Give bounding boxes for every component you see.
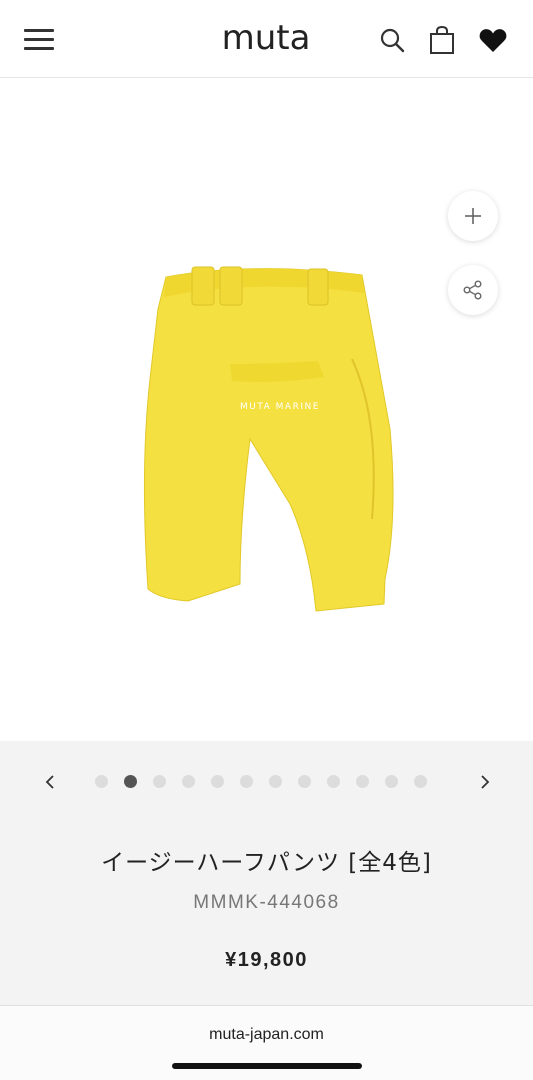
product-image-viewer[interactable]: MUTA MARINE [0,79,533,741]
carousel-dot[interactable] [124,775,137,788]
url-text[interactable]: muta-japan.com [0,1026,533,1044]
carousel-dot[interactable] [211,775,224,788]
menu-icon[interactable] [24,26,56,52]
carousel-dot[interactable] [327,775,340,788]
product-code: MMMK-444068 [193,892,340,913]
plus-icon [465,208,481,224]
share-button[interactable] [448,265,498,315]
carousel-dot[interactable] [153,775,166,788]
menu-line [24,47,54,50]
heart-icon[interactable] [477,24,509,56]
carousel-dot[interactable] [182,775,195,788]
site-logo[interactable]: muta [208,18,324,58]
menu-line [24,38,54,41]
carousel-dots [95,775,427,789]
carousel-dot[interactable] [240,775,253,788]
browser-url-bar[interactable]: muta-japan.com [0,1005,533,1080]
image-carousel-nav [0,765,533,799]
carousel-dot[interactable] [298,775,311,788]
zoom-button[interactable] [448,191,498,241]
home-indicator[interactable] [172,1063,362,1069]
site-header: muta [0,0,533,78]
menu-line [24,29,54,32]
carousel-dot[interactable] [385,775,398,788]
chevron-right-icon[interactable] [473,771,495,793]
carousel-dot[interactable] [95,775,108,788]
product-name: イージーハーフパンツ [全4色] [101,850,432,876]
bag-icon[interactable] [426,24,458,56]
product-image: MUTA MARINE [143,266,394,612]
print-text: MUTA MARINE [240,402,320,412]
chevron-left-icon[interactable] [40,771,62,793]
carousel-dot[interactable] [269,775,282,788]
carousel-dot[interactable] [414,775,427,788]
search-icon[interactable] [377,24,409,56]
product-price: ¥19,800 [225,949,308,971]
product-info-panel: イージーハーフパンツ [全4色] MMMK-444068 ¥19,800 [0,741,533,1005]
share-icon [463,280,482,300]
carousel-dot[interactable] [356,775,369,788]
